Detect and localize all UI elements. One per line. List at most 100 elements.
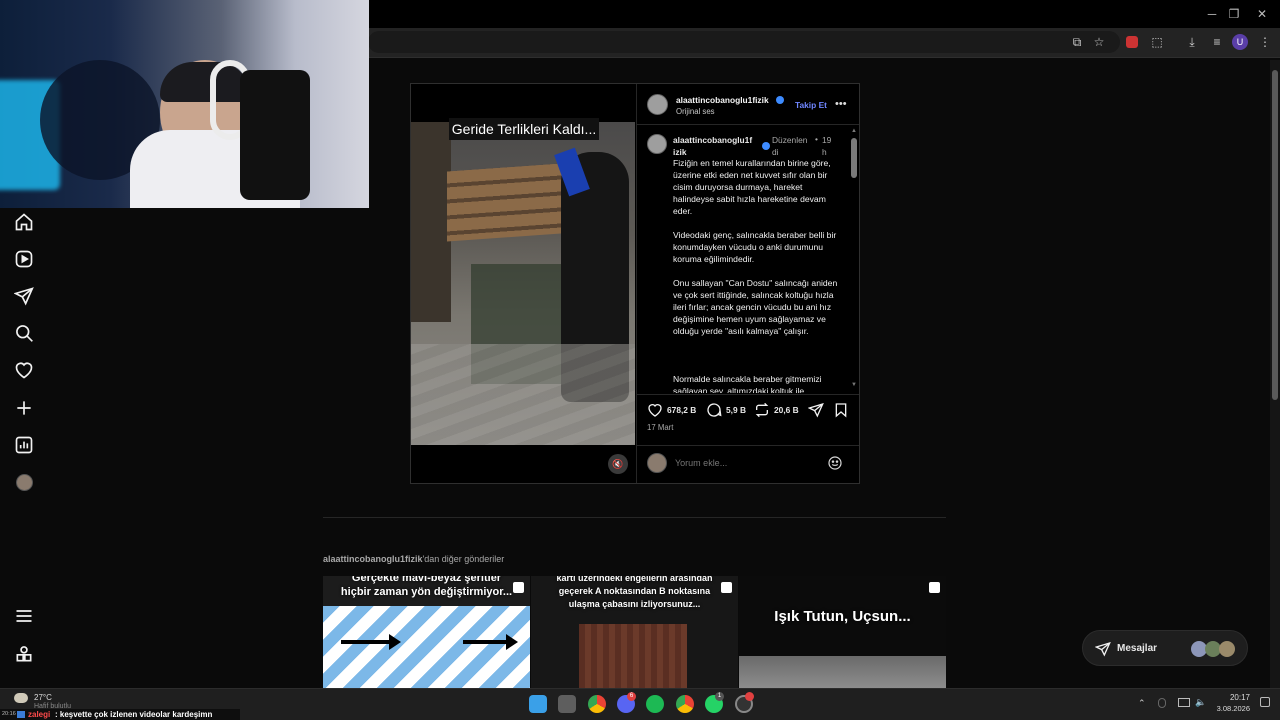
download-icon[interactable]: ⤓ xyxy=(1184,34,1200,50)
like-icon[interactable] xyxy=(647,402,663,418)
comment-icon[interactable] xyxy=(706,402,722,418)
bookmark-star-icon[interactable]: ☆ xyxy=(1091,34,1107,50)
reel-icon xyxy=(929,582,940,593)
chat-overlay: 20:16 zalegi : keşvette çok izlenen vide… xyxy=(0,709,240,720)
chrome-icon[interactable] xyxy=(588,695,606,713)
author-name[interactable]: alaattincobanoglu1fizik xyxy=(676,95,769,105)
grid-post-1[interactable]: Gerçekte mavi-beyaz şeritler hiçbir zama… xyxy=(323,576,530,688)
maximize-button[interactable]: ❐ xyxy=(1225,6,1243,22)
repost-icon[interactable] xyxy=(754,402,770,418)
profile-button[interactable]: U xyxy=(1232,34,1248,50)
profile-avatar[interactable] xyxy=(16,474,33,491)
chrome-profile-icon[interactable] xyxy=(676,695,694,713)
whatsapp-badge: 1 xyxy=(715,692,724,701)
more-options-icon[interactable]: ••• xyxy=(835,98,847,110)
plus-icon[interactable] xyxy=(14,398,34,418)
page-scrollbar[interactable] xyxy=(1270,60,1280,688)
chat-user: zalegi xyxy=(28,710,51,719)
post-video[interactable]: Geride Terlikleri Kaldı... 🔇 xyxy=(411,84,635,483)
weather-temp[interactable]: 27°C xyxy=(34,693,52,702)
minimize-button[interactable]: ─ xyxy=(1203,6,1221,22)
follow-button[interactable]: Takip Et xyxy=(795,100,827,110)
start-icon[interactable] xyxy=(529,695,547,713)
caption-paragraph-4: Normalde salıncakla beraber gitmemizi sa… xyxy=(673,374,822,393)
author-avatar[interactable] xyxy=(647,94,668,115)
more-apps-icon[interactable] xyxy=(14,644,34,664)
search-icon[interactable] xyxy=(14,323,34,343)
save-icon[interactable] xyxy=(833,402,849,418)
more-posts-heading: alaattincobanoglu1fizik'dan diğer gönder… xyxy=(323,554,504,564)
caption-paragraph-4-wrap: Normalde salıncakla beraber gitmemizi sa… xyxy=(673,373,841,393)
home-icon[interactable] xyxy=(14,212,34,232)
grid-post-2[interactable]: kartı üzerindeki engellerin arasından ge… xyxy=(531,576,738,688)
post-date[interactable]: 17 Mart xyxy=(647,423,673,432)
clock-time[interactable]: 20:17 xyxy=(1218,693,1250,702)
panel-divider xyxy=(636,124,859,125)
messages-pill[interactable]: Mesajlar xyxy=(1082,630,1248,666)
grid-post-1-title: Gerçekte mavi-beyaz şeritler hiçbir zama… xyxy=(340,576,513,598)
address-bar[interactable] xyxy=(368,31,1120,53)
caption-scrollbar[interactable]: ▲ ▼ xyxy=(850,128,858,392)
caption-username[interactable]: alaattincobanoglu1f izik xyxy=(673,134,752,158)
reel-icon xyxy=(721,582,732,593)
caption-username-line1: alaattincobanoglu1f xyxy=(673,135,753,145)
caption-verified-icon xyxy=(762,142,770,150)
reels-icon[interactable] xyxy=(14,249,34,269)
video-overlay-text: Geride Terlikleri Kaldı... xyxy=(449,118,599,140)
grid-post-3-title: Işık Tutun, Uçsun... xyxy=(774,608,911,625)
caption-paragraph-1: Fiziğin en temel kurallarından birine gö… xyxy=(673,158,831,216)
comment-divider xyxy=(636,445,859,446)
edited-label: Düzenlen di xyxy=(772,134,807,158)
display-icon[interactable] xyxy=(1178,698,1190,707)
more-posts-user[interactable]: alaattincobanoglu1fizik xyxy=(323,554,423,564)
dot-separator: • xyxy=(815,134,818,144)
share-icon[interactable] xyxy=(807,402,824,418)
audio-label[interactable]: Orijinal ses xyxy=(676,107,715,116)
mic-icon[interactable] xyxy=(1158,698,1166,708)
clock-date[interactable]: 3.08.2026 xyxy=(1210,704,1250,713)
likes-count[interactable]: 678,2 B xyxy=(667,405,696,415)
time-line1: 19 xyxy=(822,135,832,145)
obs-badge xyxy=(745,692,754,701)
notification-icon[interactable] xyxy=(1260,697,1270,707)
weather-icon xyxy=(14,693,28,703)
grid-post-3[interactable]: Işık Tutun, Uçsun... xyxy=(739,576,946,688)
caption-paragraph-3: Onu sallayan "Can Dostu" salıncağı anide… xyxy=(673,278,838,336)
extension-abp-icon[interactable] xyxy=(1124,34,1140,50)
edited-line1: Düzenlen xyxy=(772,135,808,145)
more-posts-suffix: 'dan diğer gönderiler xyxy=(422,554,505,564)
extensions-icon[interactable]: ⬚ xyxy=(1149,34,1165,50)
chat-message: : keşvette çok izlenen videolar kardeşim… xyxy=(55,710,213,719)
chat-time: 20:16 xyxy=(2,711,16,717)
close-button[interactable]: ✕ xyxy=(1253,6,1271,22)
tray-chevron-icon[interactable]: ⌃ xyxy=(1138,698,1146,709)
messages-label: Mesajlar xyxy=(1117,643,1158,654)
grid-post-2-title: kartı üzerindeki engellerin arasından ge… xyxy=(556,576,713,609)
chat-badge-icon xyxy=(17,711,25,718)
volume-icon[interactable]: 🔈 xyxy=(1195,697,1206,708)
discord-badge: 6 xyxy=(627,692,636,701)
cast-icon[interactable]: ⧉ xyxy=(1069,34,1085,50)
emoji-icon[interactable] xyxy=(827,455,843,471)
caption-avatar[interactable] xyxy=(647,134,667,154)
reading-list-icon[interactable]: ≡ xyxy=(1209,34,1225,50)
browser-menu-icon[interactable]: ⋮ xyxy=(1257,34,1273,50)
menu-icon[interactable] xyxy=(14,606,34,626)
heart-icon[interactable] xyxy=(14,360,34,380)
mute-icon[interactable]: 🔇 xyxy=(608,454,628,474)
reposts-count[interactable]: 20,6 B xyxy=(774,405,799,415)
comment-input[interactable] xyxy=(675,455,815,471)
post-time[interactable]: 19 h xyxy=(822,134,831,158)
send-icon[interactable] xyxy=(13,286,34,306)
spotify-icon[interactable] xyxy=(646,695,664,713)
messages-icon xyxy=(1094,641,1111,657)
commenter-avatar xyxy=(647,453,667,473)
comments-count[interactable]: 5,9 B xyxy=(726,405,746,415)
stats-icon[interactable] xyxy=(14,435,34,455)
verified-icon xyxy=(776,96,784,104)
webcam-overlay xyxy=(0,0,369,208)
section-divider xyxy=(323,517,946,518)
file-explorer-icon[interactable] xyxy=(558,695,576,713)
caption-paragraph-2: Videodaki genç, salıncakla beraber belli… xyxy=(673,230,837,264)
message-avatar-3 xyxy=(1219,641,1235,657)
